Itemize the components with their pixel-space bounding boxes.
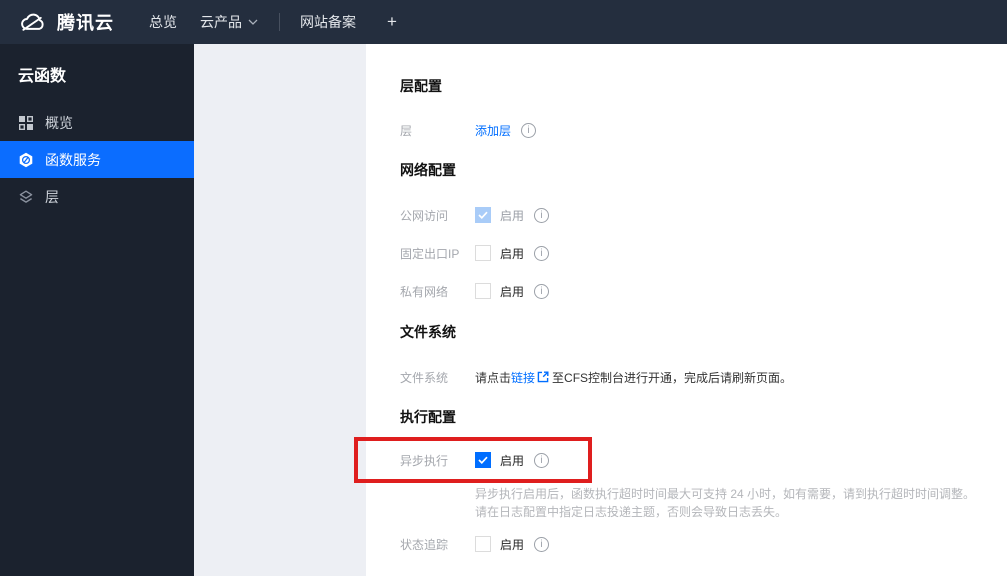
form-row-private-network: 私有网络 启用 i: [400, 281, 550, 301]
external-link-icon[interactable]: [537, 371, 549, 383]
sidebar: 云函数 概览 函数服务 层: [0, 44, 194, 576]
tencent-cloud-logo-icon[interactable]: [18, 11, 48, 33]
sidebar-item-layers[interactable]: 层: [0, 178, 194, 215]
section-heading-layer-config: 层配置: [400, 78, 442, 94]
overview-grid-icon: [18, 115, 34, 131]
enable-label: 启用: [500, 208, 525, 223]
brand-title[interactable]: 腾讯云: [57, 9, 114, 35]
helper-line-2: 请在日志配置中指定日志投递主题，否则会导致日志丢失。: [475, 505, 788, 519]
field-label-public-network: 公网访问: [400, 208, 449, 223]
add-layer-link[interactable]: 添加层: [475, 122, 511, 139]
nav-item-website-icp[interactable]: 网站备案: [300, 12, 356, 32]
function-service-hexagon-icon: [18, 152, 34, 168]
sidebar-title: 云函数: [18, 68, 67, 85]
top-navbar: 腾讯云 总览 云产品 网站备案 +: [0, 0, 1007, 44]
nav-divider: [279, 13, 280, 31]
section-heading-network-config: 网络配置: [400, 162, 456, 178]
form-row-file-system: 文件系统 请点击 链接 至CFS控制台进行开通，完成后请刷新页面。: [400, 367, 792, 387]
form-row-fixed-egress-ip: 固定出口IP 启用 i: [400, 243, 550, 263]
enable-label: 启用: [500, 537, 525, 552]
page: 腾讯云 总览 云产品 网站备案 + 云函数 概览 函数服务 层 层配置 层 添加…: [0, 0, 1007, 576]
sidebar-item-function-service-label: 函数服务: [45, 151, 101, 168]
form-row-public-network: 公网访问 启用 i: [400, 205, 550, 225]
hint-text-before: 请点击: [475, 370, 512, 385]
public-network-checkbox[interactable]: [475, 207, 491, 223]
info-icon[interactable]: i: [521, 122, 537, 138]
section-heading-file-system: 文件系统: [400, 324, 456, 340]
section-heading-execution-config: 执行配置: [400, 409, 456, 425]
field-label-status-tracking: 状态追踪: [400, 537, 449, 552]
nav-item-cloud-products[interactable]: 云产品: [200, 12, 258, 32]
info-icon[interactable]: i: [534, 452, 550, 468]
field-label-async-execution: 异步执行: [400, 453, 449, 468]
enable-label: 启用: [500, 284, 525, 299]
layers-icon: [18, 189, 34, 205]
chevron-down-icon: [248, 19, 258, 25]
info-icon[interactable]: i: [534, 207, 550, 223]
sidebar-item-overview-label: 概览: [45, 114, 73, 131]
private-network-checkbox[interactable]: [475, 283, 491, 299]
info-icon[interactable]: i: [534, 283, 550, 299]
sidebar-menu: 概览 函数服务 层: [0, 104, 194, 215]
sidebar-item-function-service[interactable]: 函数服务: [0, 141, 194, 178]
async-execution-helper-text: 异步执行启用后，函数执行超时时间最大可支持 24 小时，如有需要，请到执行超时时…: [475, 485, 975, 521]
helper-line-1: 异步执行启用后，函数执行超时时间最大可支持 24 小时，如有需要，请到执行超时时…: [475, 487, 976, 501]
field-label-file-system: 文件系统: [400, 370, 449, 385]
info-icon[interactable]: i: [534, 245, 550, 261]
field-label-fixed-egress-ip: 固定出口IP: [400, 246, 460, 261]
fixed-egress-ip-checkbox[interactable]: [475, 245, 491, 261]
nav-item-overview[interactable]: 总览: [149, 12, 177, 32]
sidebar-item-overview[interactable]: 概览: [0, 104, 194, 141]
sidebar-item-layers-label: 层: [45, 188, 59, 205]
field-label-private-network: 私有网络: [400, 284, 449, 299]
info-icon[interactable]: i: [534, 536, 550, 552]
enable-label: 启用: [500, 453, 525, 468]
field-label-layer: 层: [400, 123, 413, 138]
form-row-layer: 层 添加层 i: [400, 120, 537, 140]
cfs-console-link[interactable]: 链接: [511, 369, 535, 386]
nav-add-tab-button[interactable]: +: [387, 12, 397, 32]
async-execution-checkbox[interactable]: [475, 452, 491, 468]
form-row-async-execution: 异步执行 启用 i: [400, 450, 550, 470]
settings-panel: 层配置 层 添加层 i 网络配置 公网访问 启用 i 固定出口IP 启用 i 私…: [366, 44, 1007, 576]
form-row-status-tracking: 状态追踪 启用 i: [400, 534, 550, 554]
nav-item-cloud-products-label: 云产品: [200, 14, 242, 30]
status-tracking-checkbox[interactable]: [475, 536, 491, 552]
hint-text-after: 至CFS控制台进行开通，完成后请刷新页面。: [552, 370, 793, 385]
enable-label: 启用: [500, 246, 525, 261]
file-system-hint: 请点击 链接 至CFS控制台进行开通，完成后请刷新页面。: [475, 369, 792, 386]
